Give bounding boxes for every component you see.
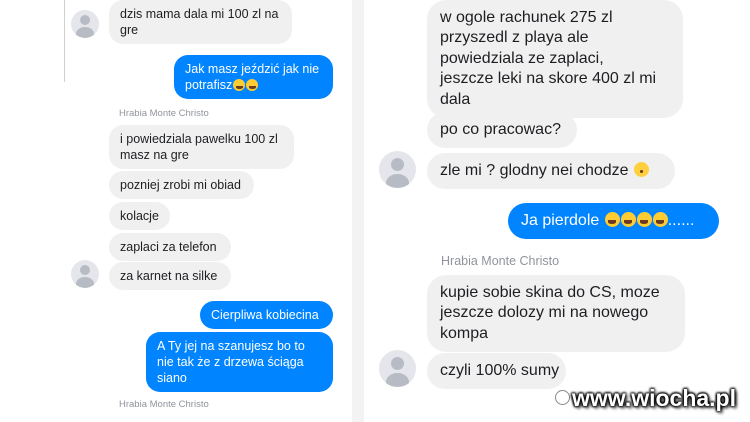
message-bubble-incoming[interactable]: kolacje bbox=[109, 202, 170, 230]
sender-name: Hrabia Monte Christo bbox=[441, 254, 560, 268]
message-text: po co pracowac? bbox=[440, 121, 561, 138]
message-bubble-incoming[interactable]: dzis mama dala mi 100 zl na gre bbox=[109, 0, 292, 44]
message-text: za karnet na silke bbox=[120, 269, 218, 283]
laughing-emoji-icon bbox=[636, 212, 652, 227]
laughing-emoji-icon bbox=[246, 79, 259, 91]
screenshot-gap bbox=[352, 0, 364, 422]
message-text: kupie sobie skina do CS, moze jeszcze do… bbox=[440, 284, 660, 342]
sender-name: Hrabia Monte Christo bbox=[119, 108, 209, 119]
message-bubble-incoming[interactable]: zaplaci za telefon bbox=[109, 233, 231, 261]
message-bubble-incoming[interactable]: po co pracowac? bbox=[427, 112, 577, 149]
message-bubble-incoming[interactable]: i powiedziala pawelku 100 zl masz na gre bbox=[109, 125, 294, 169]
avatar[interactable] bbox=[71, 260, 99, 288]
neutral-face-emoji-icon bbox=[634, 162, 650, 177]
message-bubble-incoming[interactable]: za karnet na silke bbox=[109, 262, 231, 290]
watermark-logo-icon bbox=[555, 390, 570, 405]
message-bubble-outgoing[interactable]: A Ty jej na szanujesz bo to nie tak że z… bbox=[146, 332, 333, 392]
laughing-emoji-icon bbox=[604, 212, 620, 227]
right-chat-screenshot: w ogole rachunek 275 zl przyszedl z play… bbox=[364, 0, 750, 422]
left-chat-screenshot: dzis mama dala mi 100 zl na gre Jak masz… bbox=[0, 0, 352, 422]
message-text: czyli 100% sumy bbox=[440, 362, 560, 379]
watermark: www.wiocha.pl bbox=[572, 385, 736, 411]
message-text: Cierpliwa kobiecina bbox=[211, 308, 319, 322]
message-text: ...... bbox=[667, 212, 695, 229]
message-bubble-incoming[interactable]: pozniej zrobi mi obiad bbox=[109, 171, 254, 199]
message-text: dzis mama dala mi 100 zl na gre bbox=[120, 7, 279, 37]
divider-line bbox=[64, 0, 65, 82]
laughing-emoji-icon bbox=[652, 212, 668, 227]
laughing-emoji-icon bbox=[620, 212, 636, 227]
message-bubble-outgoing[interactable]: Cierpliwa kobiecina bbox=[200, 301, 333, 329]
message-bubble-outgoing[interactable]: Jak masz jeździć jak nie potrafisz bbox=[174, 55, 333, 99]
message-text: pozniej zrobi mi obiad bbox=[120, 178, 241, 192]
avatar[interactable] bbox=[379, 350, 416, 387]
avatar[interactable] bbox=[71, 10, 99, 38]
message-text: Ja pierdole bbox=[521, 212, 600, 229]
message-text: kolacje bbox=[120, 209, 159, 223]
message-bubble-incoming[interactable]: zle mi ? glodny nei chodze bbox=[427, 153, 675, 190]
message-text: zle mi ? glodny nei chodze bbox=[440, 162, 629, 179]
avatar[interactable] bbox=[379, 151, 416, 188]
sender-name: Hrabia Monte Christo bbox=[119, 399, 209, 410]
message-text: A Ty jej na szanujesz bo to nie tak że z… bbox=[157, 339, 305, 385]
message-bubble-incoming[interactable]: czyli 100% sumy bbox=[427, 353, 566, 390]
message-text: w ogole rachunek 275 zl przyszedl z play… bbox=[440, 9, 657, 108]
message-text: zaplaci za telefon bbox=[120, 240, 217, 254]
message-bubble-incoming[interactable]: kupie sobie skina do CS, moze jeszcze do… bbox=[427, 275, 685, 353]
laughing-emoji-icon bbox=[233, 79, 246, 91]
message-bubble-outgoing[interactable]: Ja pierdole ...... bbox=[508, 203, 719, 240]
message-text: i powiedziala pawelku 100 zl masz na gre bbox=[120, 132, 278, 162]
message-bubble-incoming[interactable]: w ogole rachunek 275 zl przyszedl z play… bbox=[427, 0, 683, 119]
